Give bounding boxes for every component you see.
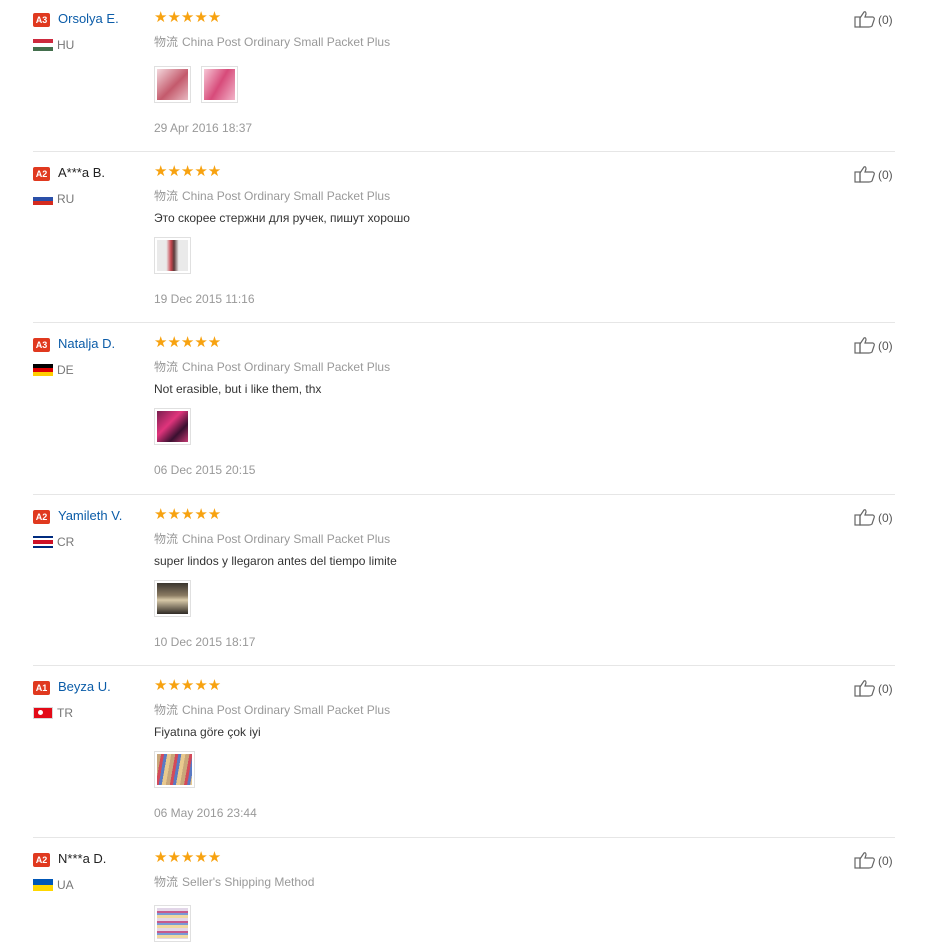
russia-flag-icon — [33, 193, 53, 205]
review-comment: Это скорее стержни для ручек, пишут хоро… — [154, 211, 410, 225]
shipping-method: 物流 China Post Ordinary Small Packet Plus — [154, 530, 390, 547]
costa-rica-flag-icon — [33, 536, 53, 548]
germany-flag-icon — [33, 364, 53, 376]
like-count: (0) — [878, 511, 893, 525]
star-rating: ★★★★★ — [154, 163, 222, 180]
thumbs-up-icon — [854, 680, 875, 697]
star-rating: ★★★★★ — [154, 506, 222, 523]
thumbs-up-icon — [854, 509, 875, 526]
like-button[interactable]: (0) — [854, 679, 893, 697]
review-photo-thumbnail[interactable] — [154, 905, 191, 942]
review-photos — [154, 408, 197, 445]
review-comment: Fiyatına göre çok iyi — [154, 725, 261, 739]
like-button[interactable]: (0) — [854, 10, 893, 28]
review-divider — [33, 665, 895, 666]
shipping-label: 物流 — [154, 360, 179, 374]
review-item: A1 Beyza U. TR ★★★★★ 物流 China Post Ordina… — [0, 668, 930, 839]
country-code: DE — [57, 363, 74, 377]
review-photos — [154, 580, 197, 617]
like-count: (0) — [878, 168, 893, 182]
shipping-label: 物流 — [154, 35, 179, 49]
buyer-name-link[interactable]: Natalja D. — [58, 336, 115, 351]
shipping-name: China Post Ordinary Small Packet Plus — [182, 703, 391, 717]
review-item: A3 Orsolya E. HU ★★★★★ 物流 China Post Ordi… — [0, 0, 930, 171]
buyer-level-badge: A1 — [33, 681, 50, 695]
star-rating: ★★★★★ — [154, 677, 222, 694]
review-item: A2 Yamileth V. CR ★★★★★ 物流 China Post Ord… — [0, 497, 930, 668]
country-code: HU — [57, 38, 75, 52]
turkey-flag-icon — [33, 707, 53, 719]
buyer-level-badge: A2 — [33, 853, 50, 867]
review-divider — [33, 322, 895, 323]
shipping-method: 物流 China Post Ordinary Small Packet Plus — [154, 187, 390, 204]
review-photos — [154, 237, 197, 274]
shipping-name: China Post Ordinary Small Packet Plus — [182, 360, 391, 374]
buyer-name-link[interactable]: Beyza U. — [58, 679, 111, 694]
review-item: A2 N***a D. UA ★★★★★ 物流 Seller's Shipping… — [0, 840, 930, 952]
shipping-name: China Post Ordinary Small Packet Plus — [182, 189, 391, 203]
like-count: (0) — [878, 13, 893, 27]
review-photos — [154, 66, 244, 103]
review-date: 06 Dec 2015 20:15 — [154, 463, 256, 477]
country-code: RU — [57, 192, 75, 206]
review-photo-thumbnail[interactable] — [154, 237, 191, 274]
shipping-method: 物流 China Post Ordinary Small Packet Plus — [154, 701, 390, 718]
like-count: (0) — [878, 854, 893, 868]
review-comment: Not erasible, but i like them, thx — [154, 382, 322, 396]
country-code: UA — [57, 878, 74, 892]
buyer-level-badge: A3 — [33, 338, 50, 352]
hungary-flag-icon — [33, 39, 53, 51]
buyer-name: N***a D. — [58, 851, 107, 866]
country-code: TR — [57, 706, 73, 720]
thumbs-up-icon — [854, 337, 875, 354]
like-button[interactable]: (0) — [854, 508, 893, 526]
like-button[interactable]: (0) — [854, 851, 893, 869]
star-rating: ★★★★★ — [154, 9, 222, 26]
country-code: CR — [57, 535, 75, 549]
review-divider — [33, 837, 895, 838]
review-item: A3 Natalja D. DE ★★★★★ 物流 China Post Ordi… — [0, 325, 930, 496]
ukraine-flag-icon — [33, 879, 53, 891]
shipping-name: China Post Ordinary Small Packet Plus — [182, 532, 391, 546]
shipping-method: 物流 Seller's Shipping Method — [154, 873, 314, 890]
shipping-name: China Post Ordinary Small Packet Plus — [182, 35, 391, 49]
review-date: 06 May 2016 23:44 — [154, 806, 257, 820]
review-photo-thumbnail[interactable] — [154, 751, 195, 788]
like-count: (0) — [878, 682, 893, 696]
like-button[interactable]: (0) — [854, 165, 893, 183]
buyer-level-badge: A2 — [33, 510, 50, 524]
shipping-method: 物流 China Post Ordinary Small Packet Plus — [154, 358, 390, 375]
shipping-name: Seller's Shipping Method — [182, 875, 315, 889]
star-rating: ★★★★★ — [154, 334, 222, 351]
review-photo-thumbnail[interactable] — [154, 66, 191, 103]
buyer-name-link[interactable]: Yamileth V. — [58, 508, 122, 523]
thumbs-up-icon — [854, 166, 875, 183]
shipping-method: 物流 China Post Ordinary Small Packet Plus — [154, 33, 390, 50]
review-comment: super lindos y llegaron antes del tiempo… — [154, 554, 397, 568]
shipping-label: 物流 — [154, 189, 179, 203]
review-date: 29 Apr 2016 18:37 — [154, 121, 253, 135]
like-button[interactable]: (0) — [854, 336, 893, 354]
review-divider — [33, 151, 895, 152]
review-item: A2 A***a B. RU ★★★★★ 物流 China Post Ordina… — [0, 154, 930, 325]
review-photo-thumbnail[interactable] — [154, 580, 191, 617]
shipping-label: 物流 — [154, 875, 179, 889]
review-photos — [154, 905, 197, 942]
review-date: 10 Dec 2015 18:17 — [154, 635, 256, 649]
thumbs-up-icon — [854, 852, 875, 869]
shipping-label: 物流 — [154, 532, 179, 546]
review-date: 19 Dec 2015 11:16 — [154, 292, 255, 306]
review-photo-thumbnail[interactable] — [201, 66, 239, 103]
thumbs-up-icon — [854, 11, 875, 28]
buyer-level-badge: A3 — [33, 13, 50, 27]
review-divider — [33, 494, 895, 495]
star-rating: ★★★★★ — [154, 849, 222, 866]
review-photo-thumbnail[interactable] — [154, 408, 191, 445]
buyer-level-badge: A2 — [33, 167, 50, 181]
shipping-label: 物流 — [154, 703, 179, 717]
buyer-name: A***a B. — [58, 165, 105, 180]
review-photos — [154, 751, 201, 788]
buyer-name-link[interactable]: Orsolya E. — [58, 11, 119, 26]
like-count: (0) — [878, 339, 893, 353]
